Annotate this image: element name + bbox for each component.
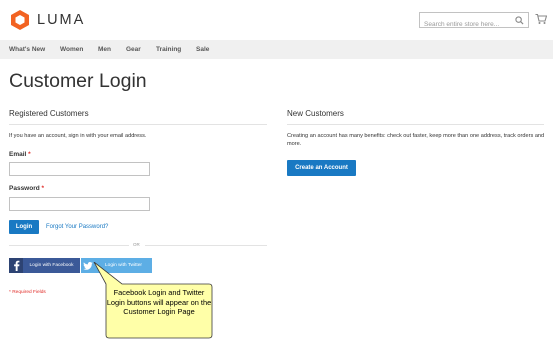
password-field[interactable] — [10, 200, 149, 213]
facebook-icon — [13, 260, 19, 271]
or-separator: OR — [133, 242, 140, 247]
email-field[interactable] — [10, 165, 149, 178]
cart-icon[interactable] — [535, 13, 547, 25]
email-label-text: Email — [9, 151, 27, 158]
registered-note: If you have an account, sign in with you… — [9, 133, 147, 139]
nav-item-whats-new[interactable]: What's New — [9, 46, 45, 53]
search-icon[interactable] — [515, 16, 524, 25]
or-line-left — [9, 245, 129, 246]
page-title: Customer Login — [9, 70, 147, 92]
forgot-password-link[interactable]: Forgot Your Password? — [46, 224, 108, 230]
callout-text: Facebook Login and Twitter Login buttons… — [106, 288, 212, 316]
nav-item-gear[interactable]: Gear — [126, 46, 141, 53]
store-logo[interactable]: LUMA — [9, 9, 85, 31]
or-line-right — [145, 245, 267, 246]
nav-item-training[interactable]: Training — [156, 46, 181, 53]
logo-text: LUMA — [37, 12, 86, 28]
password-field-wrapper — [9, 197, 150, 213]
facebook-icon-box — [9, 258, 23, 273]
registered-divider — [9, 124, 267, 125]
main-nav: What's New Women Men Gear Training Sale — [0, 40, 553, 59]
nav-item-sale[interactable]: Sale — [196, 46, 209, 53]
email-field-wrapper — [9, 162, 150, 178]
registered-customers-title: Registered Customers — [9, 109, 89, 118]
new-customers-title: New Customers — [287, 109, 344, 118]
email-label: Email * — [9, 151, 31, 158]
luma-logo-icon — [11, 10, 29, 30]
facebook-button-label: Login with Facebook — [29, 263, 74, 268]
password-required-mark: * — [41, 185, 45, 192]
password-label-text: Password — [9, 185, 40, 192]
nav-item-men[interactable]: Men — [98, 46, 111, 53]
password-label: Password * — [9, 185, 44, 192]
create-account-button[interactable]: Create an Account — [287, 160, 356, 176]
facebook-login-button[interactable]: Login with Facebook — [9, 258, 80, 273]
required-fields-note: * Required Fields — [9, 290, 46, 295]
nav-item-women[interactable]: Women — [60, 46, 83, 53]
new-customers-divider — [287, 124, 544, 125]
page-header: LUMA — [0, 0, 553, 40]
new-customers-note: Creating an account has many benefits: c… — [287, 133, 545, 147]
search-box — [419, 12, 529, 32]
login-button[interactable]: Login — [9, 220, 39, 234]
email-required-mark: * — [28, 151, 31, 158]
search-input[interactable] — [420, 17, 528, 32]
